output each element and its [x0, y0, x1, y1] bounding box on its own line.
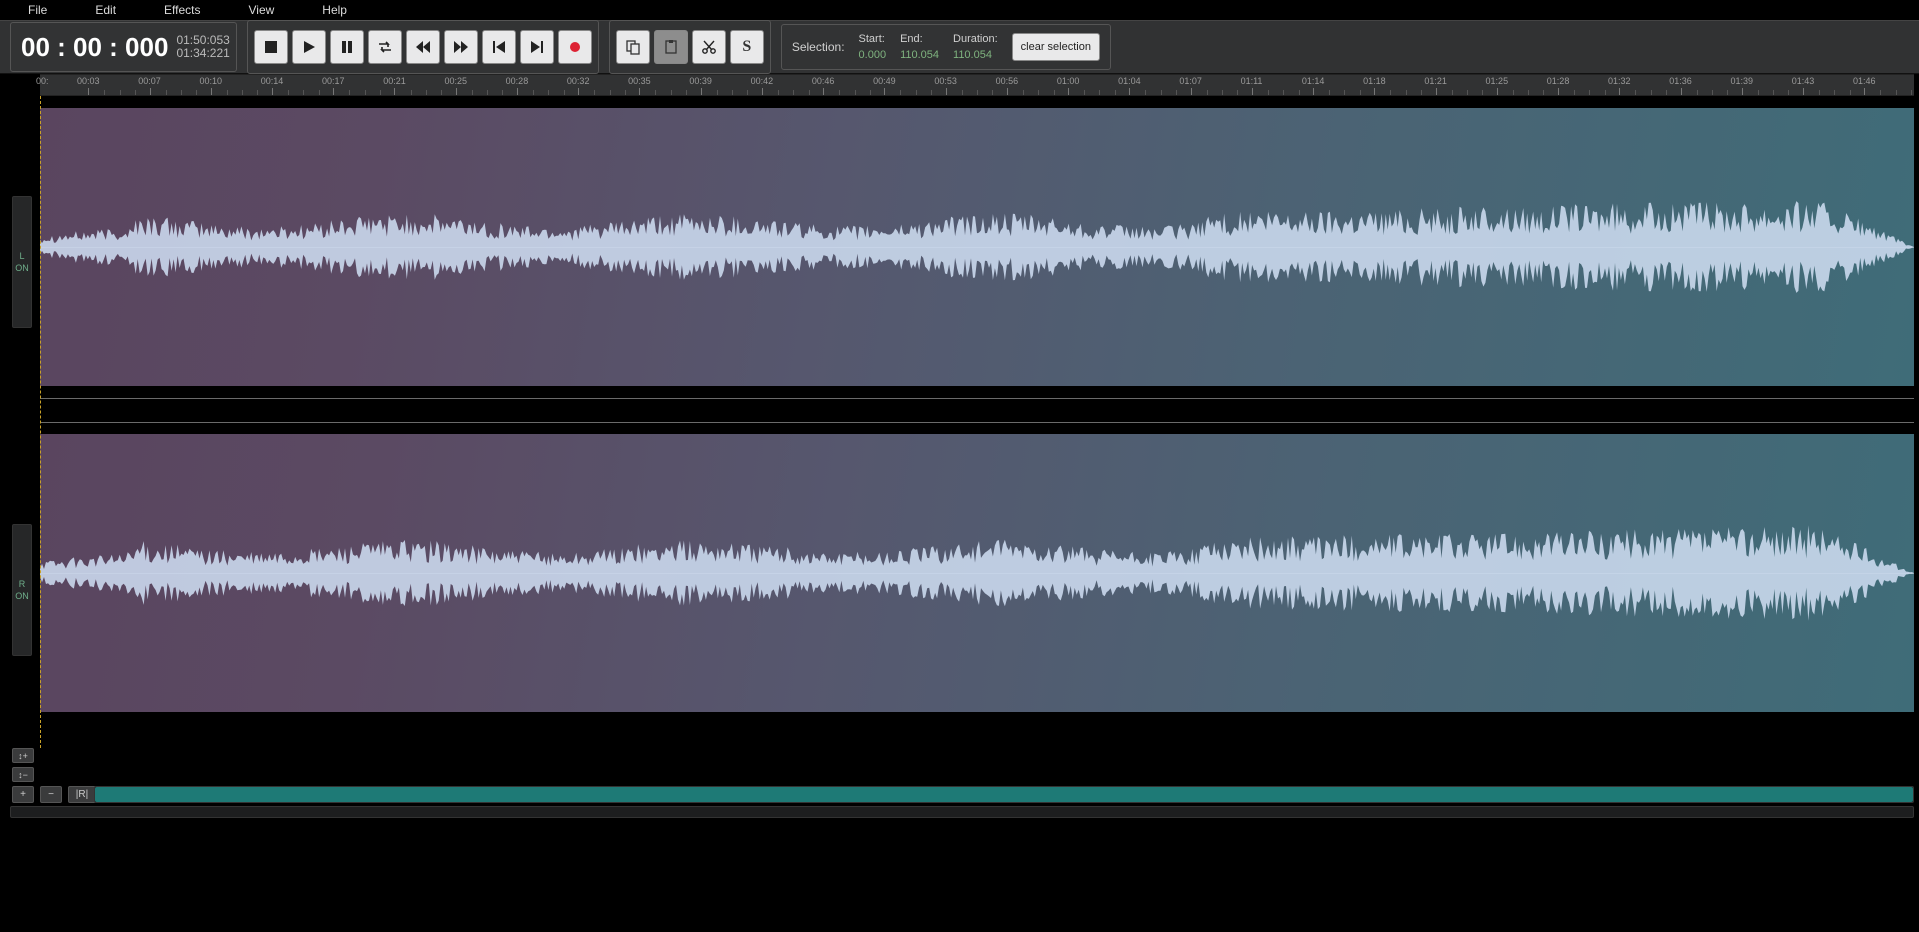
playhead[interactable]: [40, 96, 41, 748]
ruler-tick: 01:18: [1363, 75, 1386, 85]
selection-end-value: 110.054: [900, 47, 939, 63]
cut-button[interactable]: ✂: [692, 30, 726, 64]
selection-end-label: End:: [900, 31, 939, 47]
ruler-origin: 00:: [36, 75, 49, 85]
ruler-tick: 00:42: [751, 75, 774, 85]
channel-left-on: ON: [15, 262, 29, 274]
ruler-tick: 00:07: [138, 75, 161, 85]
selection-duration-label: Duration:: [953, 31, 998, 47]
paste-button[interactable]: 📋: [654, 30, 688, 64]
ruler-tick: 00:21: [383, 75, 406, 85]
waveform-right: [40, 434, 1914, 712]
zoom-fit-button[interactable]: |R|: [68, 786, 96, 803]
bottom-panel: ↕+ ↕− + − |R|: [0, 748, 1919, 818]
ruler-tick: 01:07: [1179, 75, 1202, 85]
ruler-tick: 01:14: [1302, 75, 1325, 85]
horizontal-zoom-controls: + − |R|: [12, 786, 96, 803]
copy-button[interactable]: ⧉: [616, 30, 650, 64]
ruler-tick: 00:46: [812, 75, 835, 85]
forward-button[interactable]: ⏩: [444, 30, 478, 64]
selection-label: Selection:: [792, 40, 845, 54]
channel-right-on: ON: [15, 590, 29, 602]
track-area: L ON R ON: [0, 96, 1919, 748]
hzoom-out-button[interactable]: −: [40, 786, 62, 803]
horizontal-scrollbar[interactable]: [94, 786, 1914, 803]
menu-file[interactable]: File: [10, 0, 77, 21]
clear-selection-button[interactable]: clear selection: [1012, 33, 1100, 61]
ruler-tick: 00:39: [689, 75, 712, 85]
ruler-tick: 00:28: [506, 75, 529, 85]
ruler-tick: 00:10: [199, 75, 222, 85]
stop-button[interactable]: ■: [254, 30, 288, 64]
vzoom-out-button[interactable]: ↕−: [12, 767, 34, 782]
time-counter-main: 00 : 00 : 000: [17, 32, 170, 63]
scrollbar-thumb[interactable]: [95, 787, 1913, 802]
ruler-tick: 00:03: [77, 75, 100, 85]
ruler-tick: 01:39: [1731, 75, 1754, 85]
waveform-left: [40, 108, 1914, 386]
ruler-tick: 00:35: [628, 75, 651, 85]
ruler-tick: 00:14: [261, 75, 284, 85]
ruler-tick: 01:04: [1118, 75, 1141, 85]
waveform-view[interactable]: [40, 96, 1914, 748]
selection-start-label: Start:: [859, 31, 887, 47]
channel-pill-left[interactable]: L ON: [12, 196, 32, 328]
menu-bar: File Edit Effects View Help: [0, 0, 1919, 20]
ruler-tick: 01:43: [1792, 75, 1815, 85]
ruler-tick: 01:28: [1547, 75, 1570, 85]
ruler-tick: 00:49: [873, 75, 896, 85]
selection-group: Selection: Start: 0.000 End: 110.054 Dur…: [781, 24, 1111, 70]
play-button[interactable]: ▶: [292, 30, 326, 64]
divider-line-a: [40, 398, 1914, 399]
selection-duration-value: 110.054: [953, 47, 998, 63]
ruler-tick: 00:25: [444, 75, 467, 85]
ruler-tick: 00:32: [567, 75, 590, 85]
ruler-tick: 01:36: [1669, 75, 1692, 85]
skip-end-button[interactable]: ⏭: [520, 30, 554, 64]
ruler-tick: 01:32: [1608, 75, 1631, 85]
ruler-tick: 01:00: [1057, 75, 1080, 85]
vzoom-in-button[interactable]: ↕+: [12, 748, 34, 763]
ruler-tick: 00:56: [996, 75, 1019, 85]
hzoom-in-button[interactable]: +: [12, 786, 34, 803]
edit-group: ⧉ 📋 ✂ S: [609, 20, 771, 74]
status-bar: [10, 806, 1914, 818]
menu-effects[interactable]: Effects: [146, 0, 230, 21]
ruler-tick: 01:25: [1486, 75, 1509, 85]
ruler-tick: 01:46: [1853, 75, 1876, 85]
divider-line-b: [40, 422, 1914, 423]
ruler-tick: 01:21: [1424, 75, 1447, 85]
menu-edit[interactable]: Edit: [77, 0, 146, 21]
menu-view[interactable]: View: [231, 0, 305, 21]
selection-start-value: 0.000: [859, 47, 887, 63]
time-counter-remaining: 01:34:221: [176, 47, 229, 60]
toolbar: 00 : 00 : 000 01:50:053 01:34:221 ■ ▶ ⏸ …: [0, 20, 1919, 74]
record-button[interactable]: ●: [558, 30, 592, 64]
track-gutter: L ON R ON: [0, 96, 40, 748]
loop-button[interactable]: ⟲: [368, 30, 402, 64]
menu-help[interactable]: Help: [304, 0, 377, 21]
channel-left-label: L: [19, 250, 24, 262]
skip-start-button[interactable]: ⏮: [482, 30, 516, 64]
ruler-tick: 00:53: [934, 75, 957, 85]
channel-pill-right[interactable]: R ON: [12, 524, 32, 656]
snap-button[interactable]: S: [730, 30, 764, 64]
transport-group: ■ ▶ ⏸ ⟲ ⏪ ⏩ ⏮ ⏭: [247, 20, 599, 74]
ruler-tick: 00:17: [322, 75, 345, 85]
channel-right-label: R: [19, 578, 26, 590]
channel-divider: [40, 386, 1914, 434]
ruler-tick: 01:11: [1241, 75, 1263, 85]
timeline-ruler[interactable]: 00: 00:0300:0700:1000:1400:1700:2100:250…: [40, 74, 1914, 96]
pause-button[interactable]: ⏸: [330, 30, 364, 64]
time-counter-group: 00 : 00 : 000 01:50:053 01:34:221: [10, 22, 237, 72]
rewind-button[interactable]: ⏪: [406, 30, 440, 64]
vertical-zoom-controls: ↕+ ↕−: [12, 748, 34, 786]
